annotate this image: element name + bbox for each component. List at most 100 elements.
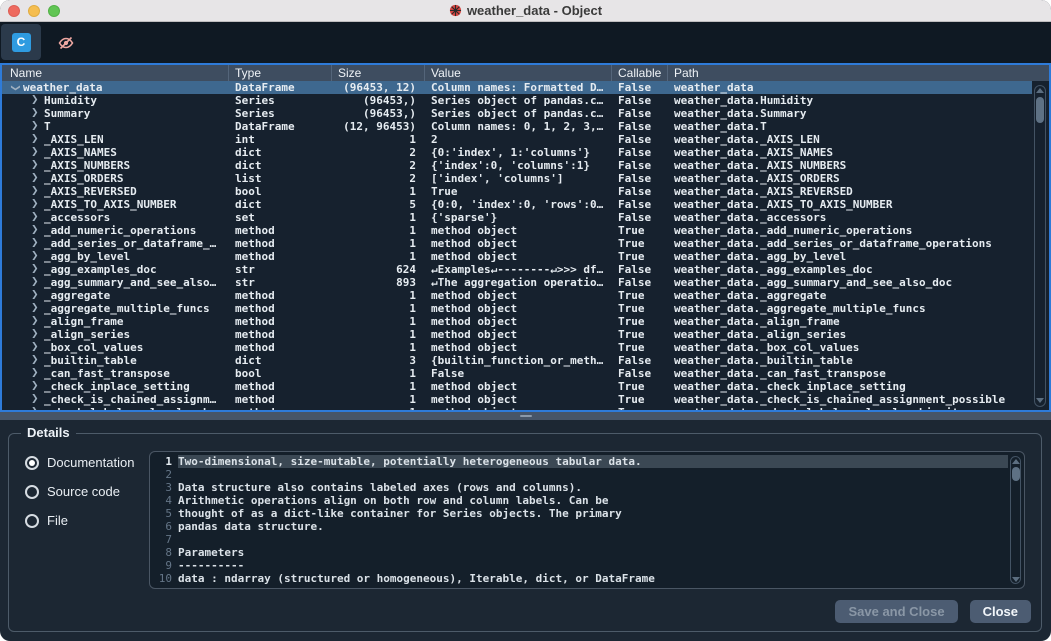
scroll-down-icon[interactable]	[1036, 398, 1044, 403]
table-row[interactable]: ❯_AXIS_TO_AXIS_NUMBERdict5{0:0, 'index':…	[2, 198, 1032, 211]
attribute-size: (96453,)	[332, 107, 425, 120]
table-row[interactable]: ❯_builtin_tabledict3{builtin_function_or…	[2, 354, 1032, 367]
table-row[interactable]: ❯_AXIS_NUMBERSdict2{'index':0, 'columns'…	[2, 159, 1032, 172]
chevron-right-icon[interactable]: ❯	[31, 172, 40, 185]
table-row[interactable]: ❯_AXIS_ORDERSlist2['index', 'columns']Fa…	[2, 172, 1032, 185]
attribute-size: 624	[332, 263, 425, 276]
documentation-viewer[interactable]: 1Two-dimensional, size-mutable, potentia…	[149, 451, 1025, 589]
documentation-scrollbar[interactable]	[1009, 454, 1022, 586]
close-button[interactable]: Close	[970, 600, 1031, 623]
hide-attributes-button[interactable]	[56, 33, 76, 53]
table-row[interactable]: ❯_check_inplace_settingmethod1method obj…	[2, 380, 1032, 393]
table-row[interactable]: ❯_box_col_valuesmethod1method objectTrue…	[2, 341, 1032, 354]
column-header-path[interactable]: Path	[668, 65, 1049, 81]
chevron-right-icon[interactable]: ❯	[31, 94, 40, 107]
table-row[interactable]: ❯_align_seriesmethod1method objectTruewe…	[2, 328, 1032, 341]
minimize-window-icon[interactable]	[28, 5, 40, 17]
radio-unselected-icon[interactable]	[25, 485, 39, 499]
table-row[interactable]: ❯weather_dataDataFrame(96453, 12)Column …	[2, 81, 1032, 94]
attribute-name: _AXIS_ORDERS	[44, 172, 123, 185]
chevron-right-icon[interactable]: ❯	[31, 211, 40, 224]
table-row[interactable]: ❯_agg_summary_and_see_also…str893↵The ag…	[2, 276, 1032, 289]
attribute-value: method object	[425, 302, 612, 315]
chevron-right-icon[interactable]: ❯	[31, 120, 40, 133]
chevron-right-icon[interactable]: ❯	[31, 276, 40, 289]
chevron-right-icon[interactable]: ❯	[31, 354, 40, 367]
table-vertical-scrollbar[interactable]	[1033, 82, 1047, 408]
save-and-close-button[interactable]: Save and Close	[835, 600, 957, 623]
table-row[interactable]: ❯_align_framemethod1method objectTruewea…	[2, 315, 1032, 328]
splitter-handle[interactable]	[0, 412, 1051, 420]
chevron-right-icon[interactable]: ❯	[31, 380, 40, 393]
chevron-right-icon[interactable]: ❯	[31, 185, 40, 198]
attribute-name: _aggregate	[44, 289, 110, 302]
table-row[interactable]: ❯HumiditySeries(96453,)Series object of …	[2, 94, 1032, 107]
table-row[interactable]: ❯_add_numeric_operationsmethod1method ob…	[2, 224, 1032, 237]
column-header-value[interactable]: Value	[425, 65, 612, 81]
table-row[interactable]: ❯_AXIS_REVERSEDbool1TrueFalseweather_dat…	[2, 185, 1032, 198]
table-row[interactable]: ❯_check_label_or_level_amb…method1method…	[2, 406, 1032, 410]
chevron-down-icon[interactable]: ❯	[8, 84, 21, 93]
chevron-right-icon[interactable]: ❯	[31, 341, 40, 354]
table-row[interactable]: ❯_agg_examples_docstr624↵Examples↵------…	[2, 263, 1032, 276]
attribute-value: method object	[425, 289, 612, 302]
column-header-type[interactable]: Type	[229, 65, 332, 81]
table-row[interactable]: ❯TDataFrame(12, 96453)Column names: 0, 1…	[2, 120, 1032, 133]
attribute-size: (96453,)	[332, 94, 425, 107]
radio-selected-icon[interactable]	[25, 456, 39, 470]
scrollbar-thumb[interactable]	[1036, 97, 1044, 123]
chevron-right-icon[interactable]: ❯	[31, 302, 40, 315]
chevron-right-icon[interactable]: ❯	[31, 250, 40, 263]
doc-line: 8Parameters	[150, 546, 1008, 559]
doc-line: 3Data structure also contains labeled ax…	[150, 481, 1008, 494]
chevron-right-icon[interactable]: ❯	[31, 224, 40, 237]
table-row[interactable]: ❯_aggregate_multiple_funcsmethod1method …	[2, 302, 1032, 315]
chevron-right-icon[interactable]: ❯	[31, 237, 40, 250]
table-row[interactable]: ❯_accessorsset1{'sparse'}Falseweather_da…	[2, 211, 1032, 224]
attribute-name: weather_data	[23, 81, 102, 94]
chevron-right-icon[interactable]: ❯	[31, 146, 40, 159]
details-legend: Details	[21, 425, 76, 440]
table-row[interactable]: ❯_agg_by_levelmethod1method objectTruewe…	[2, 250, 1032, 263]
column-header-name[interactable]: Name	[2, 65, 229, 81]
format-toggle-tab[interactable]: C	[1, 24, 41, 60]
close-window-icon[interactable]	[8, 5, 20, 17]
chevron-right-icon[interactable]: ❯	[31, 289, 40, 302]
column-header-size[interactable]: Size	[332, 65, 425, 81]
radio-documentation[interactable]: Documentation	[25, 453, 134, 472]
line-number: 2	[150, 468, 172, 481]
chevron-right-icon[interactable]: ❯	[31, 159, 40, 172]
radio-source-code[interactable]: Source code	[25, 482, 134, 501]
chevron-right-icon[interactable]: ❯	[31, 367, 40, 380]
attribute-name: _AXIS_REVERSED	[44, 185, 137, 198]
table-row[interactable]: ❯_check_is_chained_assignm…method1method…	[2, 393, 1032, 406]
table-row[interactable]: ❯_can_fast_transposebool1FalseFalseweath…	[2, 367, 1032, 380]
chevron-right-icon[interactable]: ❯	[31, 263, 40, 276]
radio-file[interactable]: File	[25, 511, 134, 530]
radio-unselected-icon[interactable]	[25, 514, 39, 528]
scrollbar-track[interactable]	[1034, 85, 1046, 407]
attribute-table: Name Type Size Value Callable Path ❯weat…	[0, 63, 1051, 412]
chevron-right-icon[interactable]: ❯	[31, 328, 40, 341]
chevron-right-icon[interactable]: ❯	[31, 315, 40, 328]
scrollbar-thumb[interactable]	[1012, 467, 1020, 481]
attribute-value: Series object of pandas.c…	[425, 94, 612, 107]
scroll-down-icon[interactable]	[1012, 577, 1020, 582]
chevron-right-icon[interactable]: ❯	[31, 133, 40, 146]
scroll-up-icon[interactable]	[1012, 459, 1020, 464]
chevron-right-icon[interactable]: ❯	[31, 393, 40, 406]
radio-label: File	[47, 513, 68, 528]
table-row[interactable]: ❯_aggregatemethod1method objectTrueweath…	[2, 289, 1032, 302]
table-row[interactable]: ❯SummarySeries(96453,)Series object of p…	[2, 107, 1032, 120]
table-row[interactable]: ❯_AXIS_NAMESdict2{0:'index', 1:'columns'…	[2, 146, 1032, 159]
column-header-callable[interactable]: Callable	[612, 65, 668, 81]
chevron-right-icon[interactable]: ❯	[31, 198, 40, 211]
chevron-right-icon[interactable]: ❯	[31, 107, 40, 120]
attribute-value: method object	[425, 328, 612, 341]
table-row[interactable]: ❯_AXIS_LENint12Falseweather_data._AXIS_L…	[2, 133, 1032, 146]
scroll-up-icon[interactable]	[1036, 88, 1044, 93]
zoom-window-icon[interactable]	[48, 5, 60, 17]
column-format-icon[interactable]: C	[12, 33, 31, 52]
chevron-right-icon[interactable]: ❯	[31, 406, 40, 410]
table-row[interactable]: ❯_add_series_or_dataframe_…method1method…	[2, 237, 1032, 250]
